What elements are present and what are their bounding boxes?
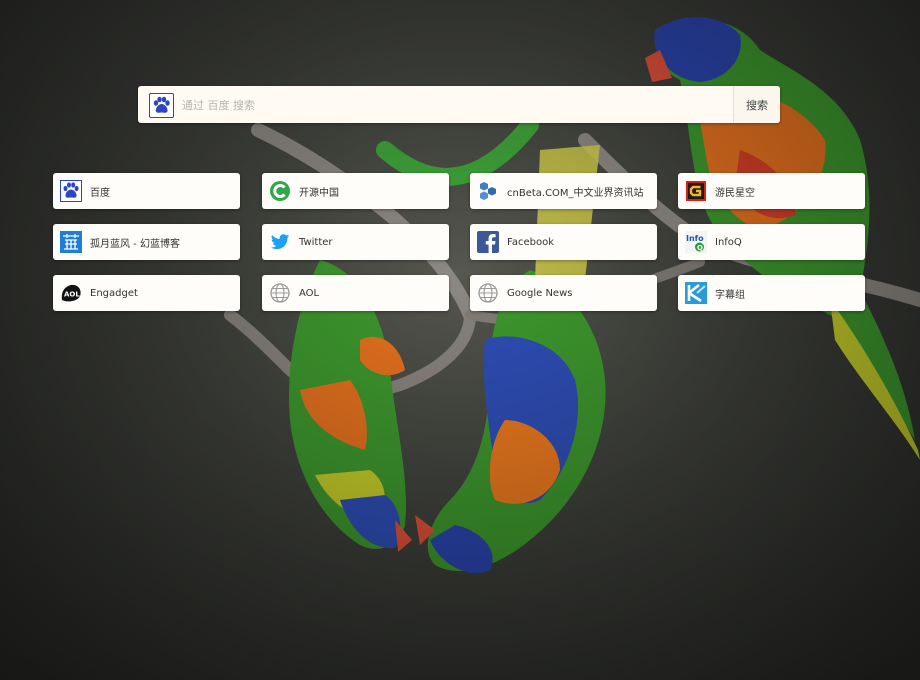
tile-label: Facebook (507, 236, 554, 248)
facebook-icon (477, 231, 499, 253)
tile-label: Engadget (90, 287, 138, 299)
shortcut-tile-engadget[interactable]: AOL Engadget (53, 275, 240, 311)
baidu-paw-icon[interactable] (149, 93, 174, 118)
svg-text:AOL: AOL (64, 291, 80, 299)
tile-label: Twitter (299, 236, 333, 248)
search-button[interactable]: 搜索 (733, 86, 780, 123)
twitter-bird-icon (269, 231, 291, 253)
tile-label: cnBeta.COM_中文业界资讯站 (507, 187, 644, 199)
shortcut-tile-oschina[interactable]: 开源中国 (262, 173, 449, 209)
shortcut-tile-zimuzu[interactable]: 字幕组 (678, 275, 865, 311)
tile-label: 开源中国 (299, 187, 339, 199)
search-bar: 搜索 (138, 86, 780, 125)
shortcut-tile-cnbeta[interactable]: cnBeta.COM_中文业界资讯站 (470, 173, 657, 209)
shortcut-tile-twitter[interactable]: Twitter (262, 224, 449, 260)
tile-label: Google News (507, 287, 573, 299)
search-input[interactable] (180, 86, 732, 125)
tile-label: 字幕组 (715, 289, 745, 301)
tile-label: InfoQ (715, 236, 742, 248)
tile-label: 百度 (90, 187, 110, 199)
globe-icon (477, 282, 499, 304)
oschina-icon (269, 180, 291, 202)
cnbeta-icon (477, 180, 499, 202)
svg-text:Q: Q (697, 244, 703, 252)
engadget-icon: AOL (60, 282, 82, 304)
lan-blog-icon (60, 231, 82, 253)
tile-label: AOL (299, 287, 320, 299)
shortcut-tile-infoq[interactable]: Info Q InfoQ (678, 224, 865, 260)
infoq-icon: Info Q (685, 231, 707, 253)
globe-icon (269, 282, 291, 304)
zimuzu-icon (685, 282, 707, 304)
gamersky-icon (685, 180, 707, 202)
baidu-paw-icon (60, 180, 82, 202)
shortcut-tile-lan-blog[interactable]: 孤月蓝风 - 幻蓝博客 (53, 224, 240, 260)
shortcut-tile-aol[interactable]: AOL (262, 275, 449, 311)
tile-label: 孤月蓝风 - 幻蓝博客 (90, 238, 180, 250)
tile-label: 游民星空 (715, 187, 755, 199)
shortcut-tile-gamersky[interactable]: 游民星空 (678, 173, 865, 209)
shortcut-tile-baidu[interactable]: 百度 (53, 173, 240, 209)
svg-text:Info: Info (686, 234, 704, 243)
shortcut-tile-facebook[interactable]: Facebook (470, 224, 657, 260)
shortcut-tile-google-news[interactable]: Google News (470, 275, 657, 311)
